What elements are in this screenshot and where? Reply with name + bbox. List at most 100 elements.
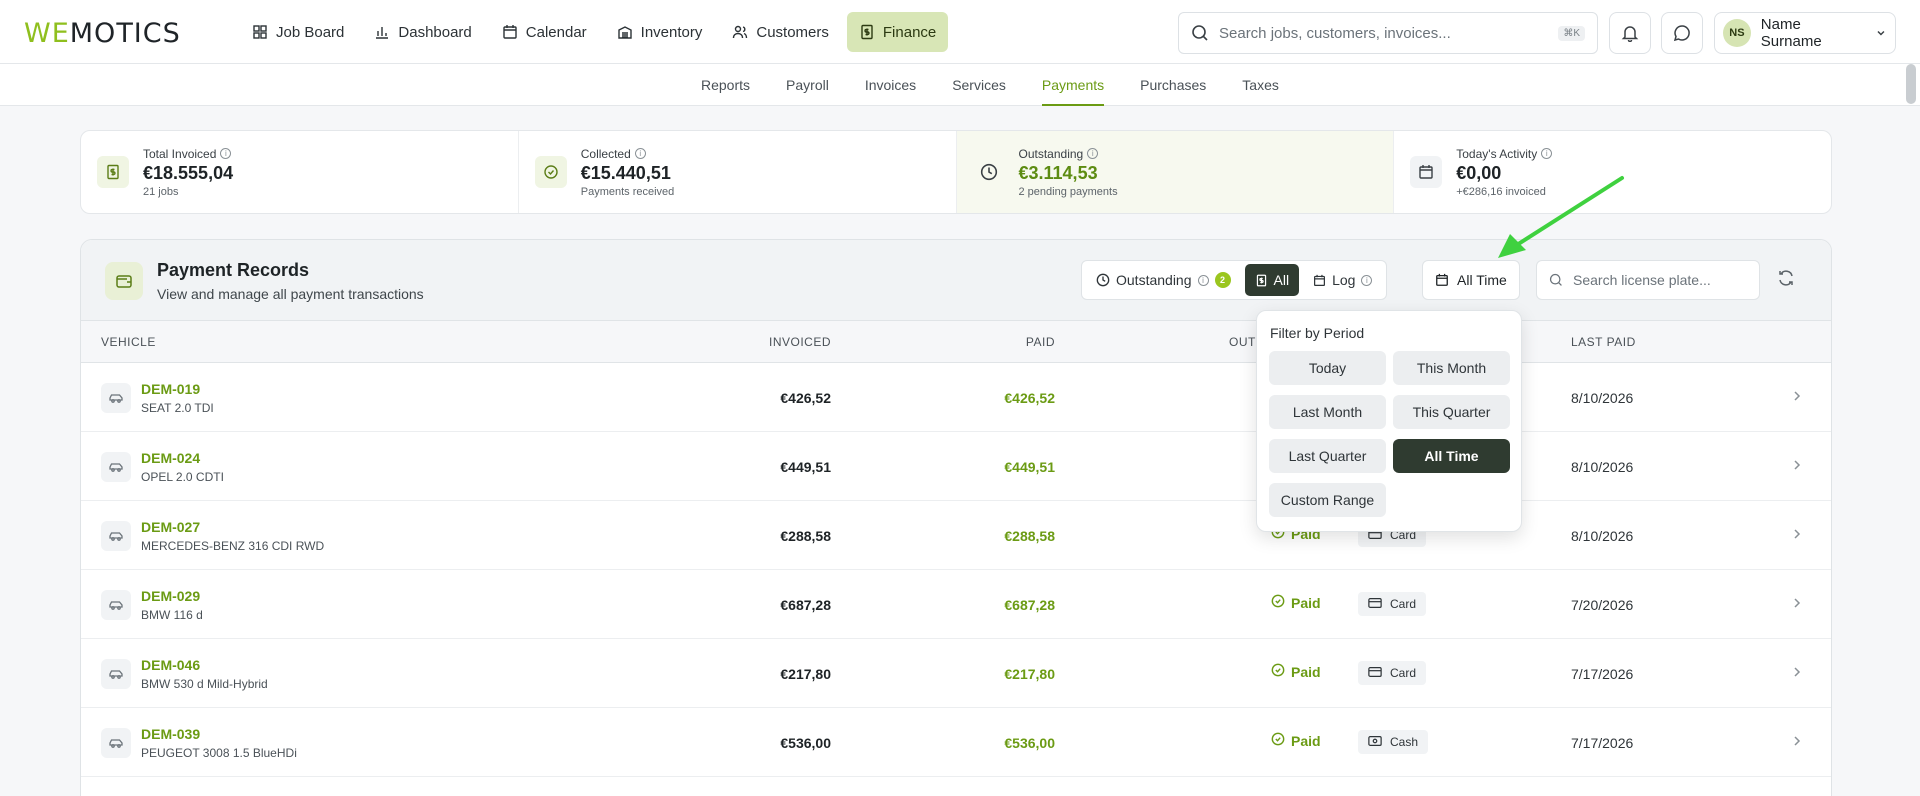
user-menu[interactable]: NS Name Surname (1714, 12, 1896, 54)
brand-logo[interactable]: WEMOTICS (24, 18, 181, 49)
payment-method-badge: Cash (1358, 730, 1429, 754)
all-filter-button[interactable]: All (1244, 264, 1300, 296)
refresh-button[interactable] (1776, 268, 1796, 291)
paid-amount: €288,58 (1004, 528, 1055, 544)
seg-label: Log (1332, 272, 1356, 288)
status-badge: Paid (1271, 594, 1321, 611)
vehicle-plate[interactable]: DEM-027 (141, 519, 200, 535)
method-label: Card (1390, 597, 1417, 611)
info-icon[interactable]: i (1087, 148, 1099, 159)
table-row[interactable]: DEM-024 OPEL 2.0 CDTI €449,51 €449,51 Pa… (81, 432, 1831, 501)
vehicle-plate[interactable]: DEM-029 (141, 588, 200, 604)
period-option-this-month[interactable]: This Month (1393, 351, 1510, 385)
col-paid[interactable]: PAID (1026, 335, 1055, 349)
table-row[interactable]: DEM-039 PEUGEOT 3008 1.5 BlueHDi €536,00… (81, 708, 1831, 777)
col-invoiced[interactable]: INVOICED (769, 335, 831, 349)
period-option-last-month[interactable]: Last Month (1269, 395, 1386, 429)
period-option-custom-range[interactable]: Custom Range (1269, 483, 1386, 517)
period-option-all-time[interactable]: All Time (1393, 439, 1510, 473)
last-paid-date: 8/10/2026 (1571, 390, 1634, 406)
plate-search-placeholder: Search license plate... (1573, 272, 1711, 288)
subtab-taxes[interactable]: Taxes (1224, 64, 1297, 106)
scrollbar[interactable] (1906, 64, 1916, 104)
vehicle-plate[interactable]: DEM-039 (141, 726, 200, 742)
check-circle-icon (1271, 594, 1285, 611)
chevron-right-icon[interactable] (1791, 734, 1803, 751)
nav-calendar[interactable]: Calendar (490, 12, 599, 52)
chevron-right-icon[interactable] (1791, 527, 1803, 544)
method-label: Cash (1390, 735, 1419, 749)
info-icon[interactable]: i (1197, 274, 1209, 286)
stat-sub: 21 jobs (143, 185, 179, 198)
finance-subnav: Reports Payroll Invoices Services Paymen… (0, 64, 1920, 106)
subtab-reports[interactable]: Reports (683, 64, 768, 106)
period-option-last-quarter[interactable]: Last Quarter (1269, 439, 1386, 473)
period-label: All Time (1457, 272, 1507, 288)
vehicle-model: OPEL 2.0 CDTI (141, 470, 224, 484)
nav-job-board[interactable]: Job Board (240, 12, 356, 52)
info-icon[interactable]: i (1541, 148, 1553, 159)
license-plate-search[interactable]: Search license plate... (1536, 260, 1760, 300)
chevron-right-icon[interactable] (1791, 665, 1803, 682)
table-row[interactable]: DEM-027 MERCEDES-BENZ 316 CDI RWD €288,5… (81, 501, 1831, 570)
users-icon (733, 25, 748, 39)
col-vehicle[interactable]: VEHICLE (101, 335, 156, 349)
notifications-button[interactable] (1609, 12, 1651, 54)
info-icon[interactable]: i (1361, 274, 1373, 286)
table-row[interactable]: DEM-019 SEAT 2.0 TDI €426,52 €426,52 Pai… (81, 363, 1831, 432)
outstanding-filter-button[interactable]: Outstanding i 2 (1086, 264, 1241, 296)
log-filter-button[interactable]: Log i (1303, 264, 1382, 296)
invoiced-amount: €536,00 (780, 735, 831, 751)
calendar-icon (1314, 274, 1326, 286)
seg-label: All (1273, 272, 1290, 288)
nav-finance[interactable]: Finance (846, 12, 949, 52)
status-label: Paid (1291, 732, 1321, 749)
subtab-purchases[interactable]: Purchases (1122, 64, 1224, 106)
card-icon (1368, 666, 1382, 681)
vehicle-plate[interactable]: DEM-024 (141, 450, 200, 466)
nav-customers[interactable]: Customers (720, 12, 841, 52)
table-row[interactable]: DEM-046 BMW 530 d Mild-Hybrid €217,80 €2… (81, 639, 1831, 708)
nav-dashboard[interactable]: Dashboard (362, 12, 483, 52)
car-icon (101, 590, 131, 620)
calendar-icon (503, 25, 517, 39)
chevron-right-icon[interactable] (1791, 458, 1803, 475)
vehicle-model: BMW 530 d Mild-Hybrid (141, 677, 268, 691)
subtab-services[interactable]: Services (934, 64, 1024, 106)
invoiced-amount: €288,58 (780, 528, 831, 544)
col-last-paid[interactable]: LAST PAID (1571, 335, 1636, 349)
table-row[interactable]: DEM-029 BMW 116 d €687,28 €687,28 Paid C… (81, 570, 1831, 639)
view-toggle: Outstanding i 2 All Log i (1081, 260, 1388, 300)
vehicle-plate[interactable]: DEM-019 (141, 381, 200, 397)
top-navbar: WEMOTICS Job Board Dashboard Calendar In… (0, 0, 1920, 64)
period-option-this-quarter[interactable]: This Quarter (1393, 395, 1510, 429)
subtab-payments[interactable]: Payments (1024, 64, 1122, 106)
stat-outstanding: Outstanding i €3.114,53 2 pending payment… (956, 131, 1395, 213)
global-search[interactable]: Search jobs, customers, invoices... ⌘K (1178, 12, 1598, 54)
nav-label: Dashboard (398, 23, 472, 41)
info-icon[interactable]: i (220, 148, 232, 159)
chevron-right-icon[interactable] (1791, 389, 1803, 406)
user-name: Name Surname (1760, 16, 1822, 50)
period-filter-button[interactable]: All Time (1422, 260, 1520, 300)
calendar-icon (1436, 273, 1448, 286)
nav-inventory[interactable]: Inventory (605, 12, 715, 52)
last-paid-date: 7/17/2026 (1571, 666, 1634, 682)
clock-icon (973, 156, 1005, 188)
invoiced-amount: €449,51 (780, 459, 831, 475)
subtab-payroll[interactable]: Payroll (768, 64, 847, 106)
last-paid-date: 8/10/2026 (1571, 528, 1634, 544)
period-option-today[interactable]: Today (1269, 351, 1386, 385)
paid-amount: €217,80 (1004, 666, 1055, 682)
info-icon[interactable]: i (634, 148, 646, 159)
vehicle-plate[interactable]: DEM-046 (141, 657, 200, 673)
chevron-right-icon[interactable] (1791, 596, 1803, 613)
vehicle-model: SEAT 2.0 TDI (141, 401, 214, 415)
payment-method-badge: Card (1358, 592, 1427, 616)
car-icon (101, 383, 131, 413)
stat-collected: Collected i €15.440,51 Payments received (519, 131, 957, 213)
last-paid-date: 7/20/2026 (1571, 597, 1634, 613)
subtab-invoices[interactable]: Invoices (847, 64, 934, 106)
messages-button[interactable] (1661, 12, 1703, 54)
invoiced-amount: €687,28 (780, 597, 831, 613)
